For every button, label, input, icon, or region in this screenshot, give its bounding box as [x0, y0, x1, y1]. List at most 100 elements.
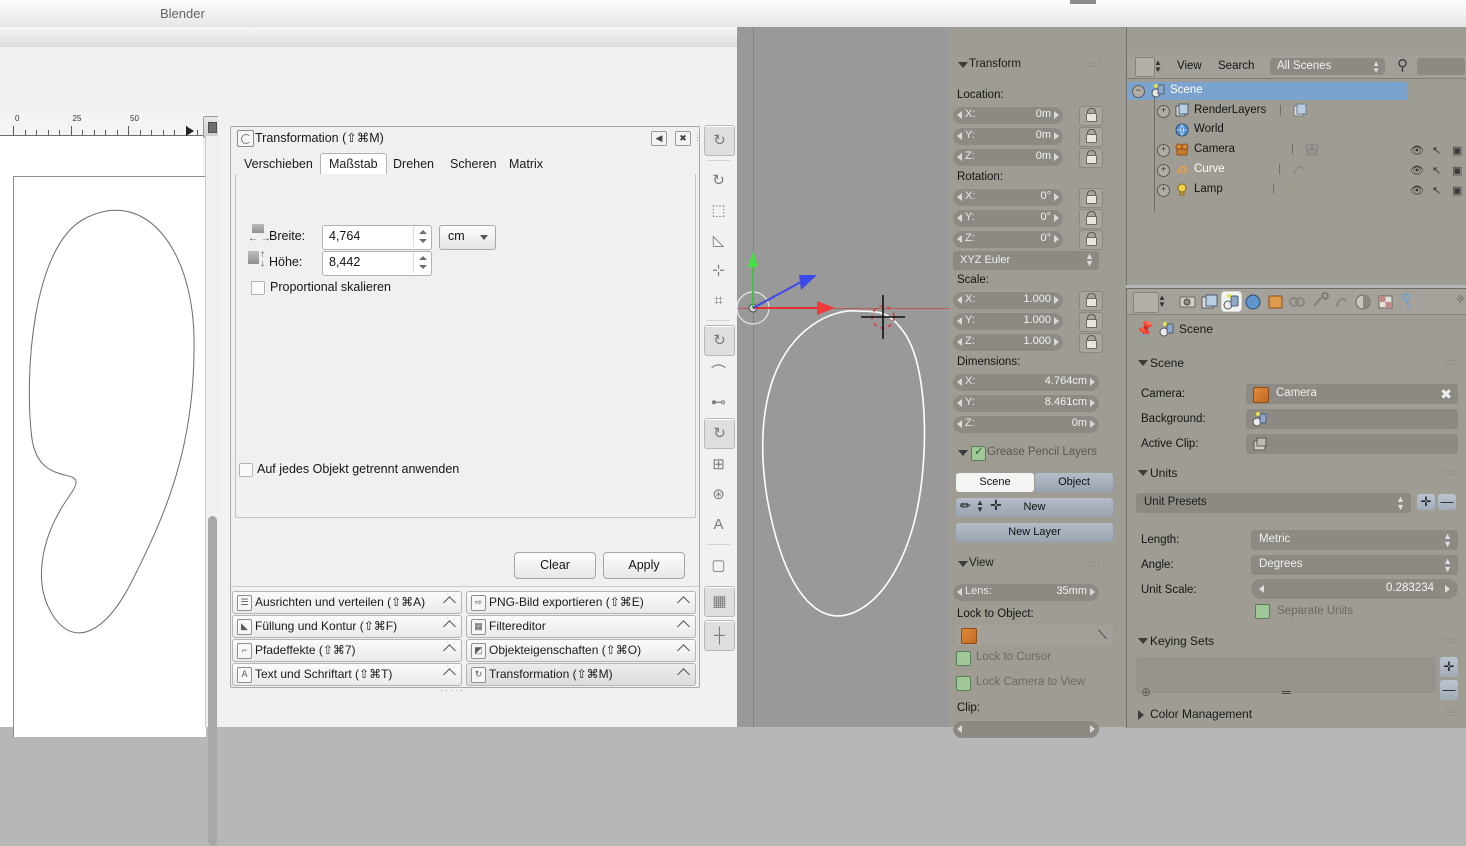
outliner-row-lamp[interactable]: Lamp — [1194, 183, 1223, 195]
dimensions-x-field[interactable]: X: 4.764cm — [953, 373, 1099, 391]
grip-handle-icon[interactable]: ═ — [1282, 685, 1291, 699]
snap-bbox-corner-icon-button[interactable]: ⬚ — [704, 196, 733, 225]
canvas-vertical-scrollbar[interactable] — [205, 136, 219, 727]
apply-button[interactable]: Apply — [603, 552, 685, 579]
snap-guide-icon-button[interactable]: ┼ — [704, 620, 735, 651]
snap-page-border-icon-button[interactable]: ▢ — [704, 551, 733, 580]
rotation-z-field[interactable]: Z: 0° — [953, 230, 1063, 248]
snap-cusp-node-icon-button[interactable]: ↻ — [704, 418, 735, 449]
updown-arrows-icon[interactable]: ▲▼ — [1158, 294, 1166, 308]
dimensions-y-field[interactable]: Y: 8.461cm — [953, 394, 1099, 412]
outliner-row-world[interactable]: World — [1194, 123, 1224, 135]
camera-selectable-toggle[interactable]: ↖ — [1432, 144, 1441, 157]
renderlayers-data-icon[interactable] — [1293, 103, 1308, 118]
add-preset-button[interactable]: ✛ — [1417, 494, 1435, 510]
expander-camera[interactable]: + — [1157, 144, 1170, 157]
snap-bbox-icon-button[interactable]: ↻ — [704, 166, 733, 195]
proportional-scale-checkbox[interactable] — [251, 281, 265, 295]
search-icon[interactable]: ⚲ — [1397, 56, 1408, 74]
lamp-data-icon[interactable] — [1286, 182, 1301, 197]
outliner-row-curve[interactable]: Curve — [1194, 163, 1225, 175]
keying-sets-panel-header[interactable]: Keying Sets — [1150, 634, 1214, 648]
updown-arrows-icon[interactable]: ▲▼ — [1154, 59, 1162, 73]
dimensions-z-field[interactable]: Z: 0m — [953, 415, 1099, 433]
outliner-row-scene[interactable]: Scene — [1170, 84, 1203, 96]
snap-smooth-node-icon-button[interactable]: ⊞ — [704, 450, 733, 479]
accordion-path-effects[interactable]: ⌐ Pfadeffekte (⇧⌘7) — [232, 639, 462, 662]
lamp-selectable-toggle[interactable]: ↖ — [1432, 184, 1441, 197]
accordion-text-font[interactable]: A Text und Schriftart (⇧⌘T) — [232, 663, 462, 686]
tab-particles[interactable] — [1398, 292, 1417, 311]
panel-resize-grip[interactable]: ····· — [440, 685, 465, 695]
accordion-transformation[interactable]: ↻ Transformation (⇧⌘M) — [466, 663, 696, 686]
lamp-renderable-toggle[interactable]: ▣ — [1452, 184, 1462, 197]
lock-camera-to-view-checkbox[interactable] — [956, 676, 971, 691]
tab-modifiers[interactable] — [1310, 292, 1329, 311]
grease-pencil-panel-header[interactable]: Grease Pencil Layers — [987, 446, 1097, 458]
accordion-filter-editor[interactable]: ▦ Filtereditor — [466, 615, 696, 638]
apply-separately-checkbox[interactable] — [239, 463, 253, 477]
angle-select[interactable]: Degrees ▲▼ — [1251, 555, 1458, 575]
panel-drag-dots[interactable]: :::: — [1445, 636, 1458, 645]
camera-field[interactable]: Camera ✖ — [1246, 384, 1458, 404]
scale-y-field[interactable]: Y: 1.000 — [953, 312, 1063, 330]
tab-object[interactable] — [1266, 292, 1285, 311]
unit-presets-select[interactable]: Unit Presets ▲▼ — [1136, 493, 1411, 513]
tab-scheren[interactable]: Scheren — [441, 153, 506, 175]
increment-arrow-icon[interactable] — [1445, 585, 1450, 593]
tab-verschieben[interactable]: Verschieben — [235, 153, 322, 175]
unit-select[interactable]: cm — [439, 225, 496, 250]
width-stepper[interactable] — [413, 226, 431, 247]
clip-start-field[interactable] — [953, 720, 1099, 738]
lock-location-x-icon[interactable] — [1079, 106, 1103, 126]
outliner-menu-search[interactable]: Search — [1218, 60, 1254, 72]
snap-path-icon-button[interactable]: ⌒ — [704, 358, 733, 387]
transform-panel-header[interactable]: Transform — [969, 58, 1021, 70]
expander-curve[interactable]: + — [1157, 164, 1170, 177]
add-item-icon[interactable]: ⊕ — [1141, 685, 1151, 699]
grease-pencil-enable-checkbox[interactable]: ✓ — [971, 446, 986, 461]
tab-drehen[interactable]: Drehen — [384, 153, 443, 175]
outliner-row-renderlayers[interactable]: RenderLayers — [1194, 104, 1266, 116]
background-field[interactable] — [1246, 409, 1458, 429]
lock-scale-x-icon[interactable] — [1079, 291, 1103, 311]
expander-lamp[interactable]: + — [1157, 184, 1170, 197]
unit-scale-slider[interactable]: 0.283234 — [1251, 579, 1458, 599]
rotation-y-field[interactable]: Y: 0° — [953, 209, 1063, 227]
lock-scale-y-icon[interactable] — [1079, 312, 1103, 332]
lock-location-z-icon[interactable] — [1079, 148, 1103, 168]
rotation-mode-select[interactable]: XYZ Euler ▲▼ — [953, 251, 1099, 270]
tab-scene[interactable] — [1222, 292, 1241, 311]
active-clip-field[interactable] — [1246, 434, 1458, 454]
gp-tab-scene[interactable]: Scene — [956, 473, 1034, 492]
snap-grid-icon-button[interactable]: ▦ — [704, 586, 735, 617]
height-stepper[interactable] — [413, 252, 431, 273]
pin-icon[interactable]: 📌 — [1133, 318, 1157, 341]
scene-filter-select[interactable]: All Scenes ▲▼ — [1270, 58, 1385, 75]
color-management-panel-header[interactable]: Color Management — [1150, 707, 1252, 721]
inkscape-canvas[interactable] — [0, 136, 203, 727]
lens-field[interactable]: Lens: 35mm — [953, 583, 1099, 601]
tab-texture[interactable] — [1376, 292, 1395, 311]
scale-x-field[interactable]: X: 1.000 — [953, 291, 1063, 309]
resize-corner-icon[interactable]: ≡ — [1453, 291, 1466, 307]
camera-renderable-toggle[interactable]: ▣ — [1452, 144, 1462, 157]
search-input[interactable] — [1417, 58, 1465, 75]
tab-curve-data[interactable] — [1332, 292, 1351, 311]
snap-object-midpoint-icon-button[interactable]: ⊛ — [704, 480, 733, 509]
curve-visibility-toggle[interactable]: 👁 — [1410, 164, 1424, 177]
scale-z-field[interactable]: Z: 1.000 — [953, 333, 1063, 351]
rotation-x-field[interactable]: X: 0° — [953, 188, 1063, 206]
panel-drag-dots[interactable]: :::: — [1088, 559, 1101, 568]
snap-bbox-edge-icon-button[interactable]: ◺ — [704, 226, 733, 255]
lamp-visibility-toggle[interactable]: 👁 — [1410, 184, 1424, 197]
close-icon[interactable]: ✖ — [1440, 386, 1452, 403]
eyedropper-icon[interactable]: ⟍ — [1098, 627, 1107, 643]
snap-nodes-icon-button[interactable]: ↻ — [704, 325, 735, 356]
panel-drag-dots[interactable]: :::: — [1088, 60, 1101, 69]
panel-drag-dots[interactable]: :::: — [1445, 358, 1458, 367]
decrement-arrow-icon[interactable] — [1259, 585, 1264, 593]
accordion-align-distribute[interactable]: ☰ Ausrichten und verteilen (⇧⌘A) — [232, 591, 462, 614]
remove-keying-set-button[interactable]: — — [1440, 680, 1458, 700]
dialog-close-button[interactable]: ✖ — [675, 131, 691, 146]
